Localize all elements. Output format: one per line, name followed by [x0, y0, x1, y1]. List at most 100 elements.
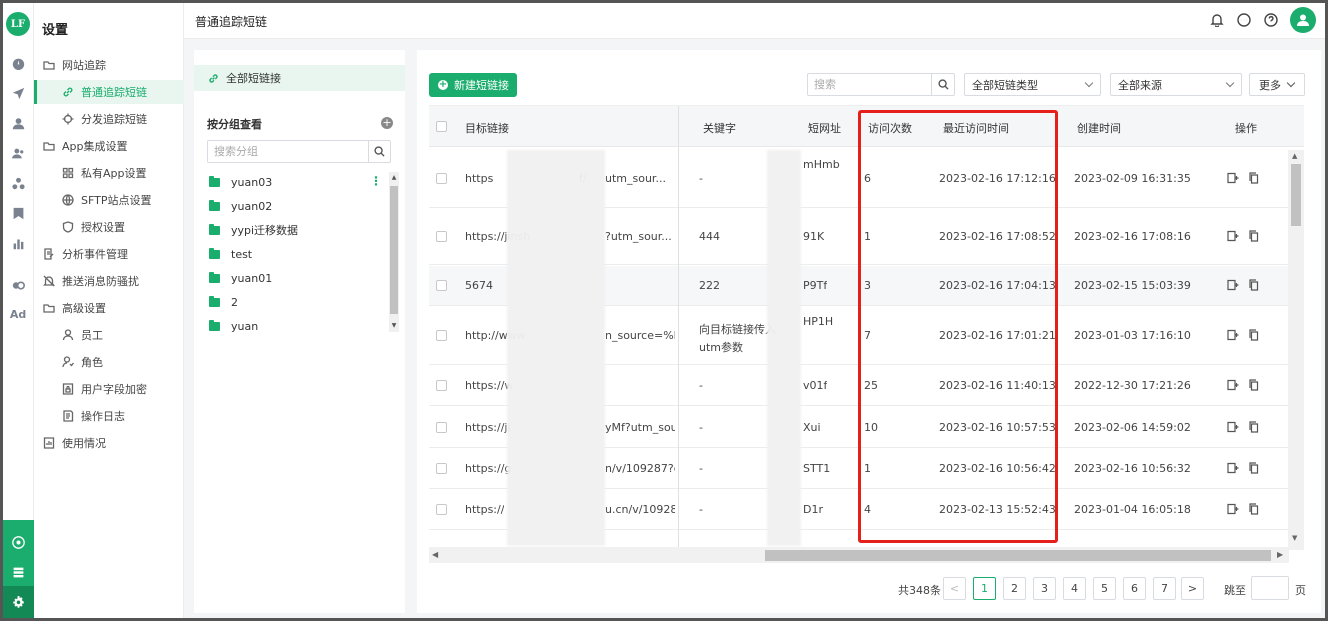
page-button[interactable]: 5 [1093, 577, 1116, 600]
page-button[interactable]: 4 [1063, 577, 1086, 600]
add-to-group-icon[interactable] [1227, 329, 1239, 341]
group-item[interactable]: yuan02 [209, 195, 272, 217]
select-all-checkbox[interactable] [436, 121, 447, 132]
short-url[interactable]: STT1 [803, 462, 830, 475]
row-checkbox[interactable] [436, 280, 447, 291]
menu-item[interactable]: 网站追踪 [34, 53, 184, 77]
scroll-down-icon[interactable]: ▼ [390, 322, 398, 330]
group-scroll-thumb[interactable] [390, 186, 398, 314]
avatar[interactable] [1290, 7, 1316, 33]
menu-item[interactable]: App集成设置 [34, 134, 184, 158]
chain-icon[interactable] [10, 277, 26, 293]
gear-icon[interactable] [11, 595, 26, 610]
col-visits[interactable]: 访问次数 [868, 120, 912, 136]
scroll-down-icon[interactable]: ▼ [1292, 534, 1297, 542]
help-icon[interactable] [1264, 13, 1278, 27]
col-target[interactable]: 目标链接 [465, 120, 509, 136]
scroll-up-icon[interactable]: ▲ [1292, 152, 1297, 160]
dashboard-icon[interactable] [10, 55, 26, 71]
send-icon[interactable] [10, 85, 26, 101]
short-url[interactable]: v01f [803, 379, 827, 392]
copy-icon[interactable] [1248, 279, 1260, 291]
user-icon[interactable] [10, 115, 26, 131]
link-search-input[interactable] [808, 74, 928, 95]
menu-item[interactable]: 推送消息防骚扰 [34, 269, 184, 293]
col-last-visit[interactable]: 最近访问时间 [943, 120, 1009, 136]
add-group-icon[interactable]: + [381, 117, 393, 129]
target-link[interactable]: https://ji [465, 421, 511, 434]
short-url[interactable]: D1r [803, 503, 823, 516]
col-keyword[interactable]: 关键字 [703, 120, 736, 136]
table-scroll-thumb[interactable] [1291, 164, 1301, 226]
cluster-icon[interactable] [10, 175, 26, 191]
copy-icon[interactable] [1248, 462, 1260, 474]
page-button[interactable]: 7 [1153, 577, 1176, 600]
new-link-button[interactable]: + 新建短链接 [429, 73, 517, 97]
menu-item[interactable]: 高级设置 [34, 296, 184, 320]
short-url[interactable]: Xui [803, 421, 821, 434]
menu-item[interactable]: 授权设置 [34, 215, 184, 239]
add-to-group-icon[interactable] [1227, 503, 1239, 515]
message-icon[interactable] [1237, 13, 1251, 27]
page-button[interactable]: 3 [1033, 577, 1056, 600]
source-select[interactable]: 全部来源 [1110, 73, 1242, 96]
bar-chart-icon[interactable] [10, 235, 26, 251]
copy-icon[interactable] [1248, 172, 1260, 184]
table-vertical-scrollbar[interactable]: ▲ ▼ [1288, 150, 1304, 550]
row-checkbox[interactable] [436, 173, 447, 184]
group-scrollbar[interactable]: ▲ ▼ [389, 172, 399, 332]
target-link[interactable]: https [465, 172, 493, 185]
next-page-button[interactable]: > [1181, 577, 1204, 600]
copy-icon[interactable] [1248, 230, 1260, 242]
target-link[interactable]: https:// [465, 503, 504, 516]
add-to-group-icon[interactable] [1227, 279, 1239, 291]
group-item[interactable]: yypi迁移数据 [209, 219, 298, 241]
table-hscroll-thumb[interactable] [765, 550, 1271, 561]
ad-icon[interactable]: Ad [10, 306, 26, 322]
row-checkbox[interactable] [436, 504, 447, 515]
list-icon[interactable] [11, 565, 26, 580]
target-link[interactable]: https://g [465, 462, 511, 475]
network-icon[interactable] [11, 535, 26, 550]
short-url[interactable]: P9Tf [803, 279, 827, 292]
menu-item[interactable]: 使用情况 [34, 431, 184, 455]
page-button[interactable]: 2 [1003, 577, 1026, 600]
group-item[interactable]: 2 [209, 291, 238, 313]
jump-page-input[interactable] [1251, 576, 1289, 600]
menu-item[interactable]: 普通追踪短链 [34, 80, 184, 104]
group-search-input[interactable] [208, 141, 368, 162]
row-checkbox[interactable] [436, 330, 447, 341]
add-to-group-icon[interactable] [1227, 172, 1239, 184]
group-item[interactable]: yuan01 [209, 267, 272, 289]
group-item[interactable]: yuan [209, 315, 258, 337]
group-item[interactable]: test [209, 243, 252, 265]
copy-icon[interactable] [1248, 421, 1260, 433]
copy-icon[interactable] [1248, 379, 1260, 391]
row-checkbox[interactable] [436, 422, 447, 433]
short-url[interactable]: mHmb [803, 158, 840, 171]
menu-item[interactable]: 分发追踪短链 [34, 107, 184, 131]
add-to-group-icon[interactable] [1227, 230, 1239, 242]
table-horizontal-scrollbar[interactable]: ◀ ▶ [429, 547, 1289, 563]
menu-item[interactable]: 私有App设置 [34, 161, 184, 185]
menu-item[interactable]: 操作日志 [34, 404, 184, 428]
users-icon[interactable] [10, 145, 26, 161]
prev-page-button[interactable]: < [943, 577, 966, 600]
all-links-item[interactable]: 全部短链接 [194, 65, 405, 91]
short-url[interactable]: 91K [803, 230, 824, 243]
menu-item[interactable]: 员工 [34, 323, 184, 347]
col-short[interactable]: 短网址 [808, 120, 841, 136]
page-button[interactable]: 6 [1123, 577, 1146, 600]
bookmark-icon[interactable] [10, 205, 26, 221]
row-checkbox[interactable] [436, 463, 447, 474]
scroll-up-icon[interactable]: ▲ [390, 174, 398, 182]
group-item[interactable]: yuan03 [209, 171, 272, 193]
add-to-group-icon[interactable] [1227, 379, 1239, 391]
col-created[interactable]: 创建时间 [1077, 120, 1121, 136]
menu-item[interactable]: 角色 [34, 350, 184, 374]
scroll-right-icon[interactable]: ▶ [1277, 550, 1283, 559]
link-type-select[interactable]: 全部短链类型 [964, 73, 1101, 96]
add-to-group-icon[interactable] [1227, 421, 1239, 433]
more-button[interactable]: 更多 [1249, 73, 1305, 96]
add-to-group-icon[interactable] [1227, 462, 1239, 474]
